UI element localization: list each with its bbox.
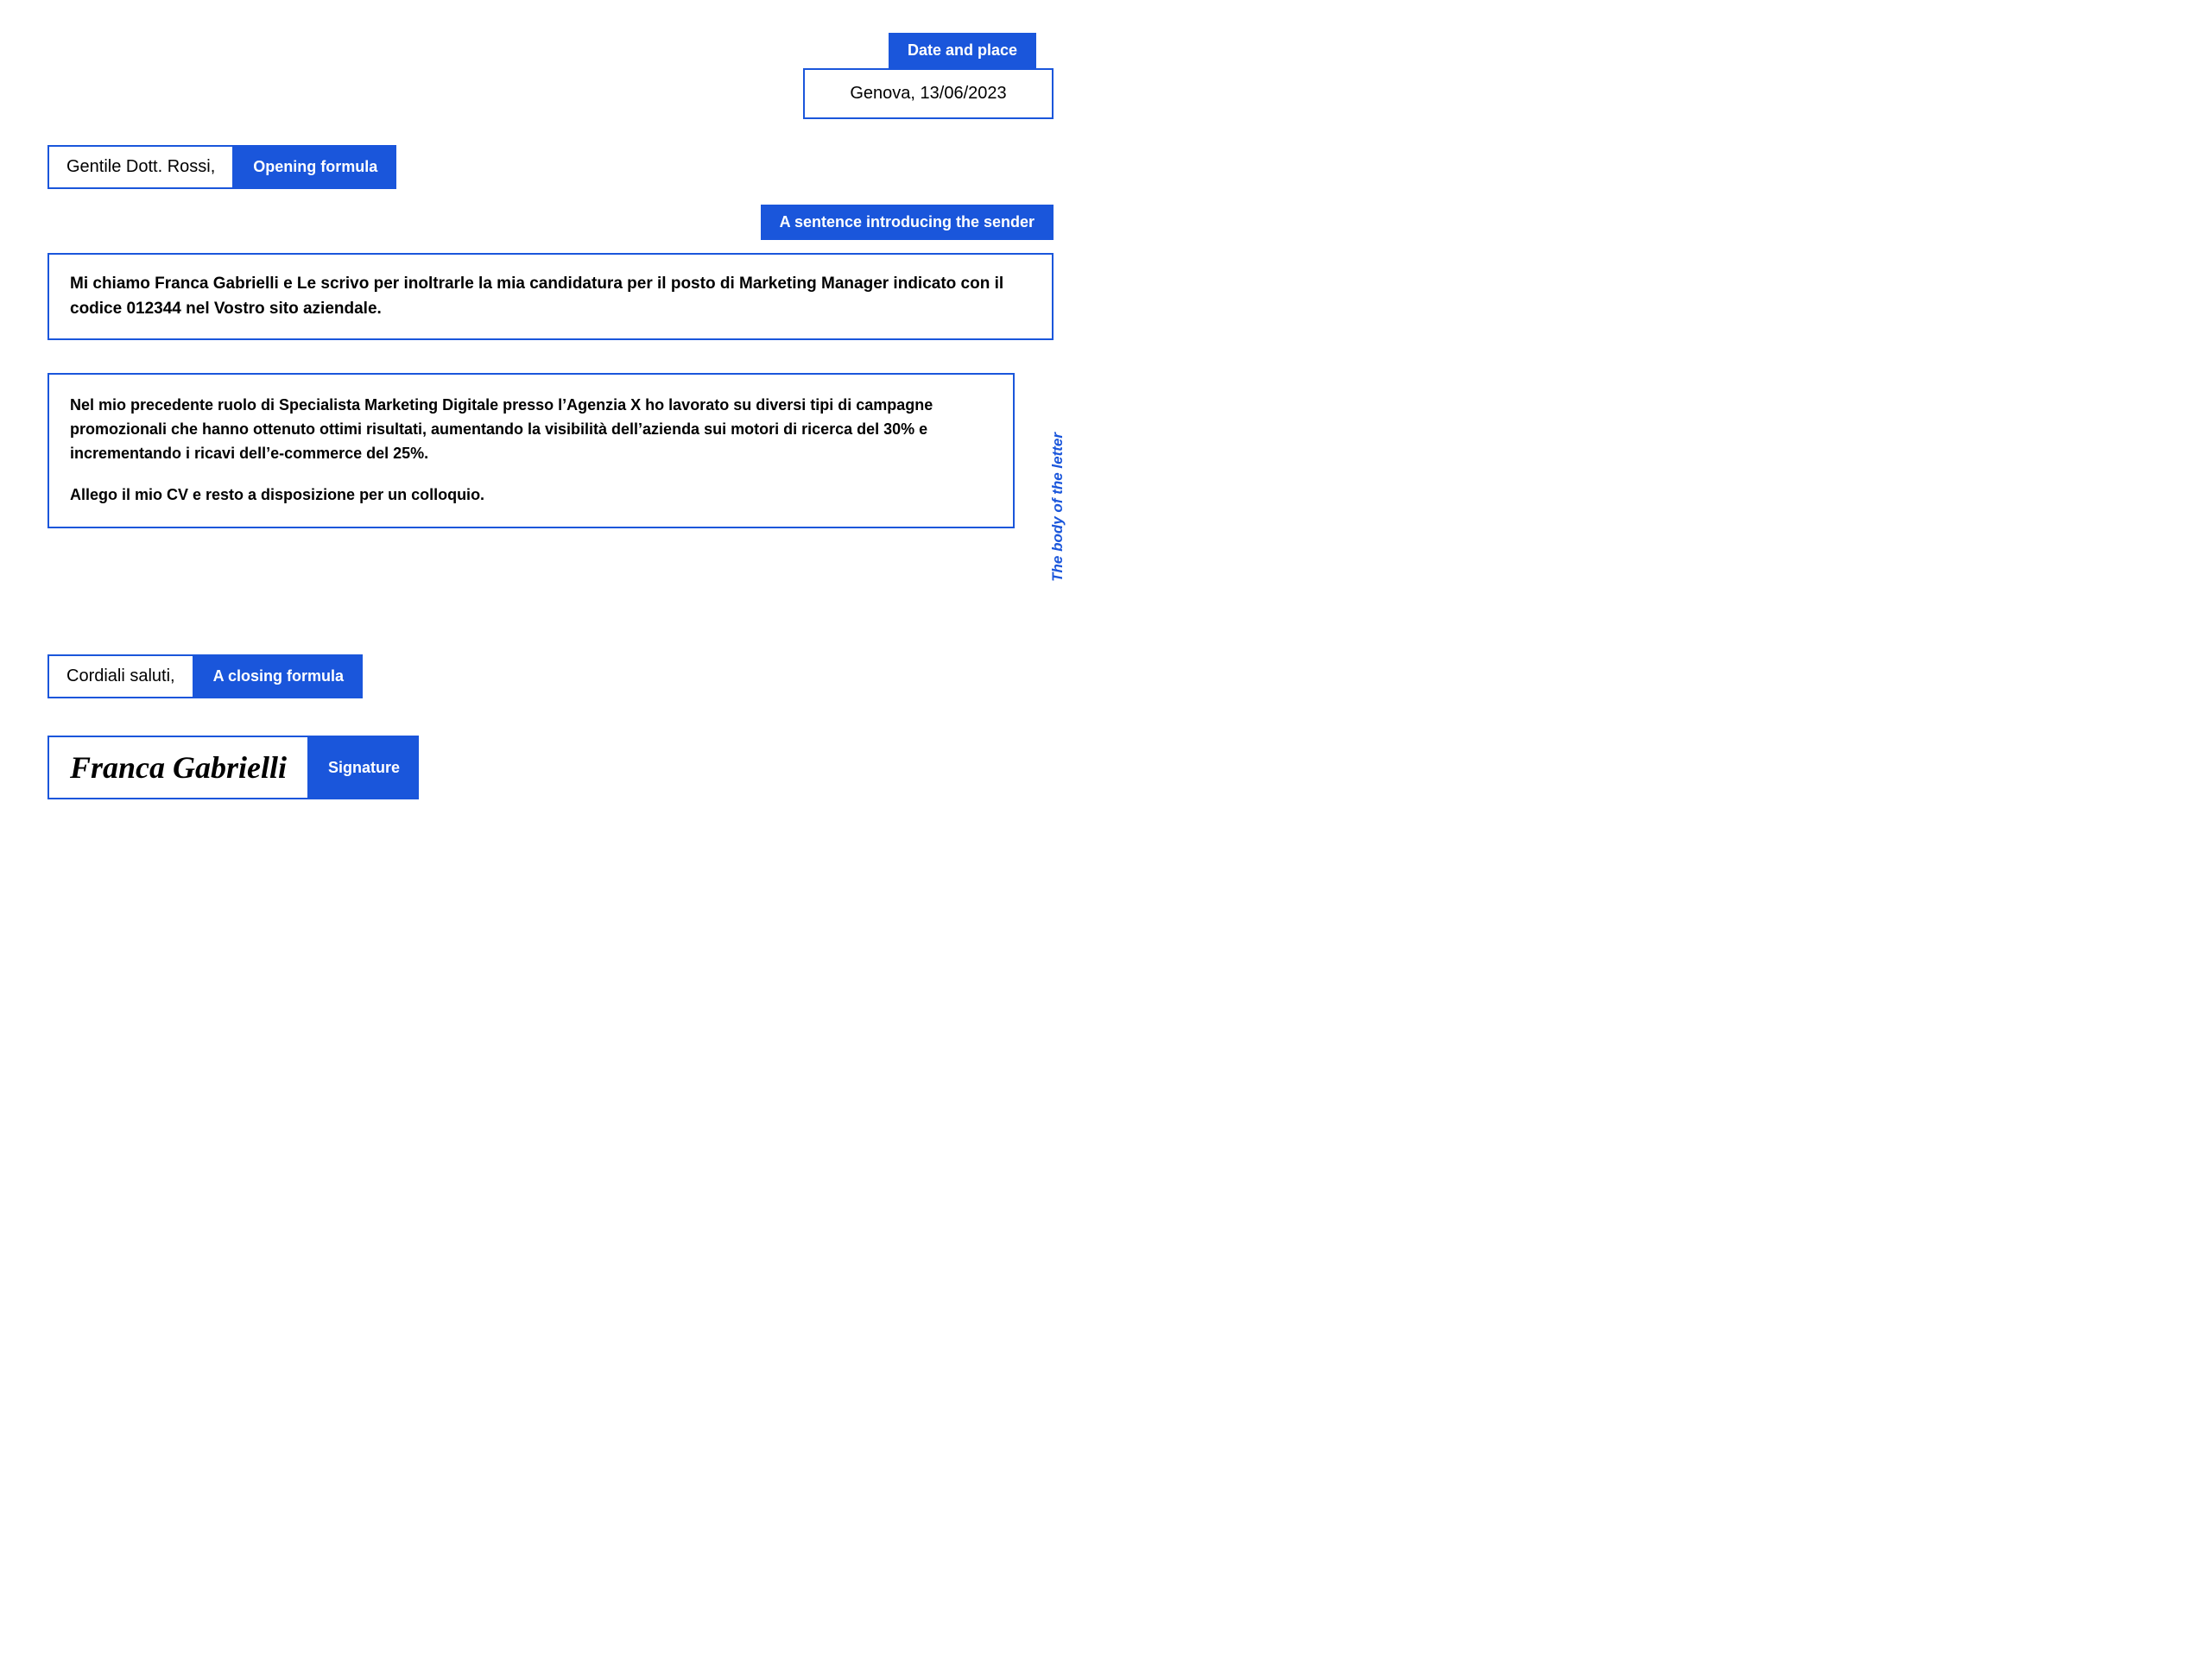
signature-label: Signature	[309, 736, 419, 799]
opening-text: Gentile Dott. Rossi,	[47, 145, 234, 189]
body-text: Nel mio precedente ruolo di Specialista …	[47, 373, 1015, 528]
body-paragraph-1: Nel mio precedente ruolo di Specialista …	[70, 394, 992, 466]
sender-intro-content: Mi chiamo Franca Gabrielli e Le scrivo p…	[47, 253, 1054, 340]
letter-page: Date and place Genova, 13/06/2023 Gentil…	[0, 0, 1101, 840]
sender-intro-text: Mi chiamo Franca Gabrielli e Le scrivo p…	[47, 253, 1054, 340]
closing-text: Cordiali saluti,	[47, 654, 194, 698]
opening-formula-section: Gentile Dott. Rossi, Opening formula	[47, 145, 396, 189]
closing-formula-section: Cordiali saluti, A closing formula	[47, 654, 363, 698]
sender-intro-label: A sentence introducing the sender	[761, 205, 1054, 240]
body-label-text: The body of the letter	[1049, 433, 1066, 582]
body-vertical-label: The body of the letter	[1041, 373, 1075, 641]
body-content: Nel mio precedente ruolo di Specialista …	[47, 373, 1015, 528]
opening-formula-label: Opening formula	[234, 145, 396, 189]
date-place-label: Date and place	[889, 33, 1036, 68]
date-value: Genova, 13/06/2023	[803, 68, 1054, 119]
signature-box: Franca Gabrielli	[47, 736, 309, 799]
sender-intro-label-section: A sentence introducing the sender	[761, 205, 1054, 240]
body-paragraph-2: Allego il mio CV e resto a disposizione …	[70, 483, 992, 508]
signature-section: Franca Gabrielli Signature	[47, 736, 419, 799]
closing-formula-label: A closing formula	[194, 654, 363, 698]
signature-text: Franca Gabrielli	[70, 749, 287, 786]
date-place-section: Date and place Genova, 13/06/2023	[803, 33, 1054, 119]
